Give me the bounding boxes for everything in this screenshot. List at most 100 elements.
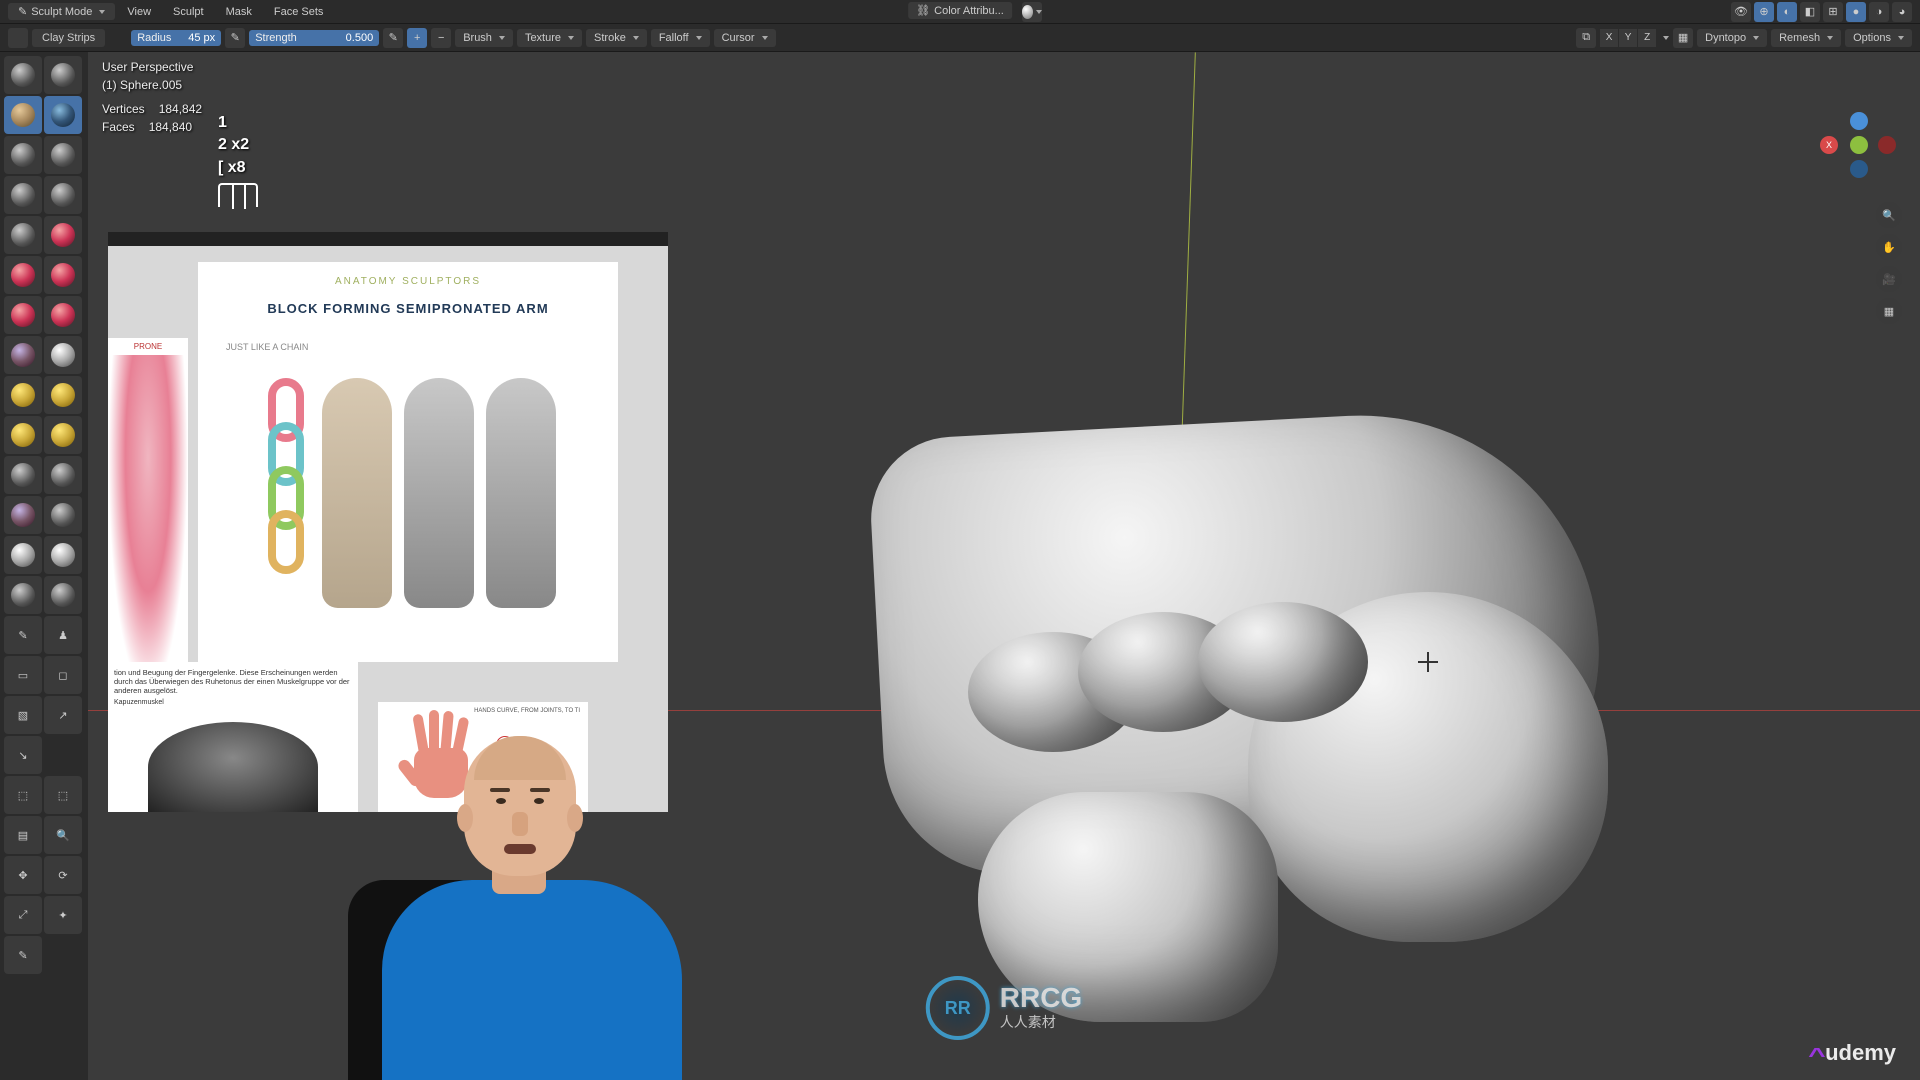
shading-dropdown[interactable]: [1022, 2, 1042, 22]
slide-brush-tool[interactable]: [4, 496, 42, 534]
mask-brush-tool[interactable]: [4, 576, 42, 614]
grab-brush-tool[interactable]: [44, 336, 82, 374]
strength-pressure-toggle[interactable]: ✎: [383, 28, 403, 48]
menu-sculpt[interactable]: Sculpt: [163, 2, 214, 22]
snake-hook-tool[interactable]: [44, 376, 82, 414]
transform-tool[interactable]: ✦: [44, 896, 82, 934]
inflate-brush-tool[interactable]: [4, 176, 42, 214]
blob-brush-tool[interactable]: [44, 176, 82, 214]
box-mask-tool[interactable]: ▭: [4, 656, 42, 694]
gizmo-x-axis[interactable]: X: [1820, 136, 1838, 154]
pan-button[interactable]: ✋: [1876, 234, 1902, 260]
gizmo-z-axis[interactable]: [1850, 112, 1868, 130]
cloth-brush-tool[interactable]: [4, 536, 42, 574]
brush-preset-icon[interactable]: [8, 28, 28, 48]
box-hide-tool[interactable]: ◻: [44, 656, 82, 694]
facesets-visibility-icon[interactable]: ▦: [1673, 28, 1693, 48]
multiplane-tool[interactable]: [44, 296, 82, 334]
direction-add-button[interactable]: +: [407, 28, 427, 48]
chevron-down-icon[interactable]: [1663, 36, 1669, 40]
texture-dropdown[interactable]: Texture: [517, 29, 582, 47]
3d-cursor-icon: [1418, 652, 1438, 672]
pose-brush-tool[interactable]: [44, 416, 82, 454]
ref-title: BLOCK FORMING SEMIPRONATED ARM: [212, 301, 604, 316]
sphere-icon: [1022, 5, 1033, 19]
menu-mask[interactable]: Mask: [216, 2, 262, 22]
draw-sharp-tool[interactable]: [44, 56, 82, 94]
flatten-brush-tool[interactable]: [4, 256, 42, 294]
menu-facesets[interactable]: Face Sets: [264, 2, 334, 22]
multires-brush-tool[interactable]: ✎: [4, 616, 42, 654]
box-trim-tool[interactable]: ↗: [44, 696, 82, 734]
camera-button[interactable]: 🎥: [1876, 266, 1902, 292]
gizmo-toggle-icon[interactable]: ⊕: [1754, 2, 1774, 22]
move-tool[interactable]: ✥: [4, 856, 42, 894]
mesh-filter-tool[interactable]: ⬚: [4, 776, 42, 814]
scale-tool[interactable]: ⤢: [4, 896, 42, 934]
cloth-filter-tool[interactable]: ⬚: [44, 776, 82, 814]
options-dropdown[interactable]: Options: [1845, 29, 1912, 47]
xray-toggle-icon[interactable]: ◧: [1800, 2, 1820, 22]
matprev-shading-icon[interactable]: ◑: [1869, 2, 1889, 22]
boundary-brush-tool[interactable]: [44, 496, 82, 534]
elastic-brush-tool[interactable]: [4, 376, 42, 414]
sym-z-button[interactable]: Z: [1638, 29, 1656, 47]
thumb-brush-tool[interactable]: [4, 416, 42, 454]
dyntopo-dropdown[interactable]: Dyntopo: [1697, 29, 1767, 47]
navigation-gizmo[interactable]: X: [1824, 112, 1894, 182]
wireframe-shading-icon[interactable]: ⊞: [1823, 2, 1843, 22]
cursor-dropdown[interactable]: Cursor: [714, 29, 776, 47]
fill-brush-tool[interactable]: [44, 256, 82, 294]
solid-shading-icon[interactable]: ●: [1846, 2, 1866, 22]
stroke-dropdown[interactable]: Stroke: [586, 29, 647, 47]
crease-brush-tool[interactable]: [4, 216, 42, 254]
chevron-down-icon: [1827, 36, 1833, 40]
remesh-dropdown[interactable]: Remesh: [1771, 29, 1841, 47]
rotate-brush-tool[interactable]: [44, 456, 82, 494]
falloff-dropdown[interactable]: Falloff: [651, 29, 710, 47]
3d-viewport[interactable]: User Perspective (1) Sphere.005 Vertices…: [88, 52, 1920, 1080]
chevron-down-icon: [1753, 36, 1759, 40]
sym-y-button[interactable]: Y: [1619, 29, 1637, 47]
box-faceset-tool[interactable]: ▧: [4, 696, 42, 734]
clay-thumb-tool[interactable]: [4, 136, 42, 174]
clay-strips-tool[interactable]: [44, 96, 82, 134]
mode-dropdown[interactable]: ✎ Sculpt Mode: [8, 3, 115, 20]
color-attribute-dropdown[interactable]: ⛓ Color Attribu...: [908, 2, 1012, 19]
paint-brush-tool[interactable]: ♟: [44, 616, 82, 654]
gizmo-neg-z[interactable]: [1850, 160, 1868, 178]
direction-subtract-button[interactable]: −: [431, 28, 451, 48]
draw-facesets-tool[interactable]: [44, 576, 82, 614]
zoom-button[interactable]: 🔍: [1876, 202, 1902, 228]
brush-dropdown[interactable]: Brush: [455, 29, 513, 47]
radius-slider[interactable]: Radius 45 px: [131, 30, 221, 46]
simplify-brush-tool[interactable]: [44, 536, 82, 574]
color-filter-tool[interactable]: ▤: [4, 816, 42, 854]
smooth-brush-tool[interactable]: [44, 216, 82, 254]
menu-view[interactable]: View: [117, 2, 161, 22]
rendered-shading-icon[interactable]: ◕: [1892, 2, 1912, 22]
layer-brush-tool[interactable]: [44, 136, 82, 174]
annotate-tool[interactable]: ✎: [4, 936, 42, 974]
german-text: tion und Beugung der Fingergelenke. Dies…: [114, 668, 350, 695]
select-visibility-icon[interactable]: 👁: [1731, 2, 1751, 22]
line-project-tool[interactable]: ↘: [4, 736, 42, 774]
face-set-edit-tool[interactable]: 🔍: [44, 816, 82, 854]
gizmo-y-axis[interactable]: [1850, 136, 1868, 154]
nudge-brush-tool[interactable]: [4, 456, 42, 494]
strength-slider[interactable]: Strength 0.500: [249, 30, 379, 46]
rotate-tool[interactable]: ⟳: [44, 856, 82, 894]
hk3: [ x8: [218, 157, 258, 179]
sym-x-button[interactable]: X: [1600, 29, 1618, 47]
sculpt-mesh[interactable]: [808, 372, 1638, 1012]
persp-button[interactable]: ▦: [1876, 298, 1902, 324]
overlay-toggle-icon[interactable]: ◐: [1777, 2, 1797, 22]
clay-brush-tool[interactable]: [4, 96, 42, 134]
pinch-brush-tool[interactable]: [4, 336, 42, 374]
scrape-brush-tool[interactable]: [4, 296, 42, 334]
radius-pressure-toggle[interactable]: ✎: [225, 28, 245, 48]
gizmo-neg-x[interactable]: [1878, 136, 1896, 154]
brush-name-field[interactable]: Clay Strips: [32, 29, 105, 47]
symmetry-icon[interactable]: ⧉: [1576, 28, 1596, 48]
draw-brush-tool[interactable]: [4, 56, 42, 94]
